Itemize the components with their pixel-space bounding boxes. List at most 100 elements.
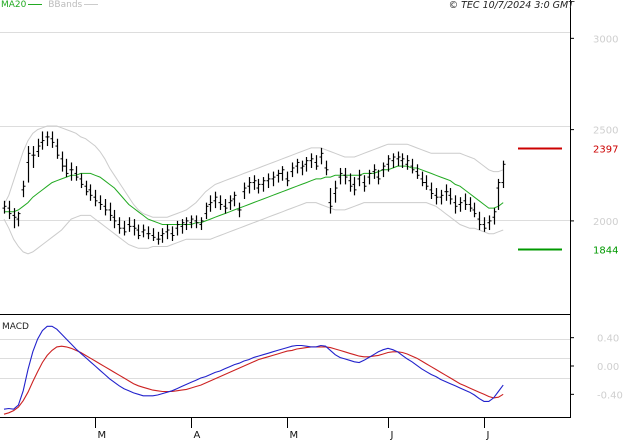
bollinger-bands	[3, 125, 504, 255]
ohlc-bar	[338, 167, 343, 185]
ohlc-bar	[69, 162, 74, 181]
ohlc-bar	[156, 231, 161, 245]
ohlc-bar	[420, 171, 425, 187]
ohlc-bar	[367, 169, 372, 185]
ohlc-bar	[218, 195, 223, 210]
grid-lines	[0, 32, 570, 379]
ohlc-bar	[194, 215, 199, 229]
ohlc-bar	[93, 189, 98, 207]
macd-ytick-label: 0.00	[597, 362, 619, 373]
ohlc-bar	[482, 217, 487, 232]
support-level-label: 1844	[593, 246, 618, 257]
ohlc-bar	[444, 184, 449, 201]
price-ytick-label: 3000	[593, 34, 618, 45]
ohlc-bar	[352, 177, 357, 196]
ohlc-bar	[88, 184, 93, 201]
bbands-legend-label: BBands	[48, 0, 83, 10]
ohlc-bar	[189, 215, 194, 229]
macd-ytick-label: 0.40	[597, 334, 619, 345]
month-tick-label: M	[290, 430, 299, 440]
ohlc-bar	[16, 211, 21, 227]
ohlc-bar	[117, 217, 122, 234]
ohlc-bar	[151, 228, 156, 241]
ma20-legend-label: MA20	[1, 0, 27, 10]
ohlc-bar	[165, 224, 170, 240]
ohlc-bar	[391, 153, 396, 168]
ohlc-bar	[213, 191, 218, 209]
ohlc-bar	[333, 180, 338, 203]
ohlc-bar	[199, 217, 204, 231]
ohlc-bar	[160, 228, 165, 243]
ohlc-bar	[429, 182, 434, 199]
ohlc-bar	[232, 191, 237, 207]
ohlc-bar	[439, 189, 444, 205]
price-ytick-label: 2000	[593, 217, 618, 228]
ohlc-bar	[242, 182, 247, 199]
ohlc-bar	[434, 188, 439, 205]
ohlc-bar	[247, 177, 252, 194]
macd-signal-line	[3, 345, 504, 415]
bband-lower-line	[3, 202, 504, 255]
ohlc-bar	[256, 178, 261, 194]
ohlc-bar	[74, 166, 79, 181]
ohlc-bar	[372, 164, 377, 179]
ohlc-bar	[208, 195, 213, 212]
month-tick-label: M	[98, 430, 107, 440]
ohlc-bar	[472, 202, 477, 218]
ohlc-bar	[223, 198, 228, 214]
ohlc-bar	[448, 188, 453, 205]
ohlc-bar	[55, 138, 60, 159]
ohlc-bar	[21, 180, 26, 198]
ohlc-bar	[300, 160, 305, 176]
ohlc-bar	[362, 175, 367, 192]
ohlc-bar	[266, 173, 271, 189]
ohlc-bar	[309, 153, 314, 168]
ohlc-bar	[357, 169, 362, 187]
ohlc-bar	[228, 195, 233, 210]
ohlc-bar	[64, 158, 69, 178]
ohlc-bar	[415, 164, 420, 179]
ohlc-bar	[458, 197, 463, 212]
ohlc-bar	[405, 155, 410, 170]
ohlc-bar	[276, 169, 281, 183]
ohlc-bar	[396, 151, 401, 167]
price-bars	[2, 131, 506, 245]
ohlc-bar	[295, 158, 300, 174]
y-tick-labels: 3000 2500 2000 0.40 0.00 -0.40	[570, 34, 623, 401]
ohlc-bar	[463, 193, 468, 210]
ohlc-bar	[410, 158, 415, 174]
ohlc-bar	[453, 195, 458, 214]
macd-panel-title: MACD	[2, 322, 29, 332]
ohlc-bar	[501, 160, 506, 189]
ohlc-bar	[40, 131, 45, 150]
ohlc-bar	[141, 224, 146, 238]
ohlc-bar	[348, 173, 353, 192]
macd-main-line	[3, 325, 504, 410]
bbands-legend-swatch	[84, 4, 99, 5]
ohlc-bar	[31, 146, 36, 168]
chart-timestamp: © TEC 10/7/2024 3:0 GMT	[448, 0, 574, 11]
ohlc-bar	[60, 151, 65, 172]
ohlc-bar	[136, 224, 141, 240]
ohlc-bar	[424, 175, 429, 190]
ohlc-bar	[304, 157, 309, 172]
ohlc-bar	[343, 167, 348, 185]
resistance-level-label: 2397	[593, 145, 618, 156]
ohlc-bar	[84, 180, 89, 196]
ohlc-bar	[122, 220, 127, 236]
ohlc-bar	[103, 198, 108, 216]
price-levels: 2397 1844	[518, 145, 618, 257]
ohlc-bar	[7, 200, 12, 220]
ohlc-bar	[290, 162, 295, 178]
ohlc-bar	[26, 146, 31, 183]
ohlc-bar	[285, 171, 290, 187]
chart-legend: MA20 BBands	[1, 0, 99, 10]
ohlc-bar	[271, 171, 276, 187]
ohlc-bar	[112, 209, 117, 229]
ohlc-bar	[170, 226, 175, 241]
ohlc-bar	[184, 217, 189, 231]
ohlc-bar	[108, 202, 113, 221]
ohlc-bar	[324, 160, 329, 176]
ohlc-bar	[175, 220, 180, 236]
price-ytick-label: 2500	[593, 126, 618, 137]
